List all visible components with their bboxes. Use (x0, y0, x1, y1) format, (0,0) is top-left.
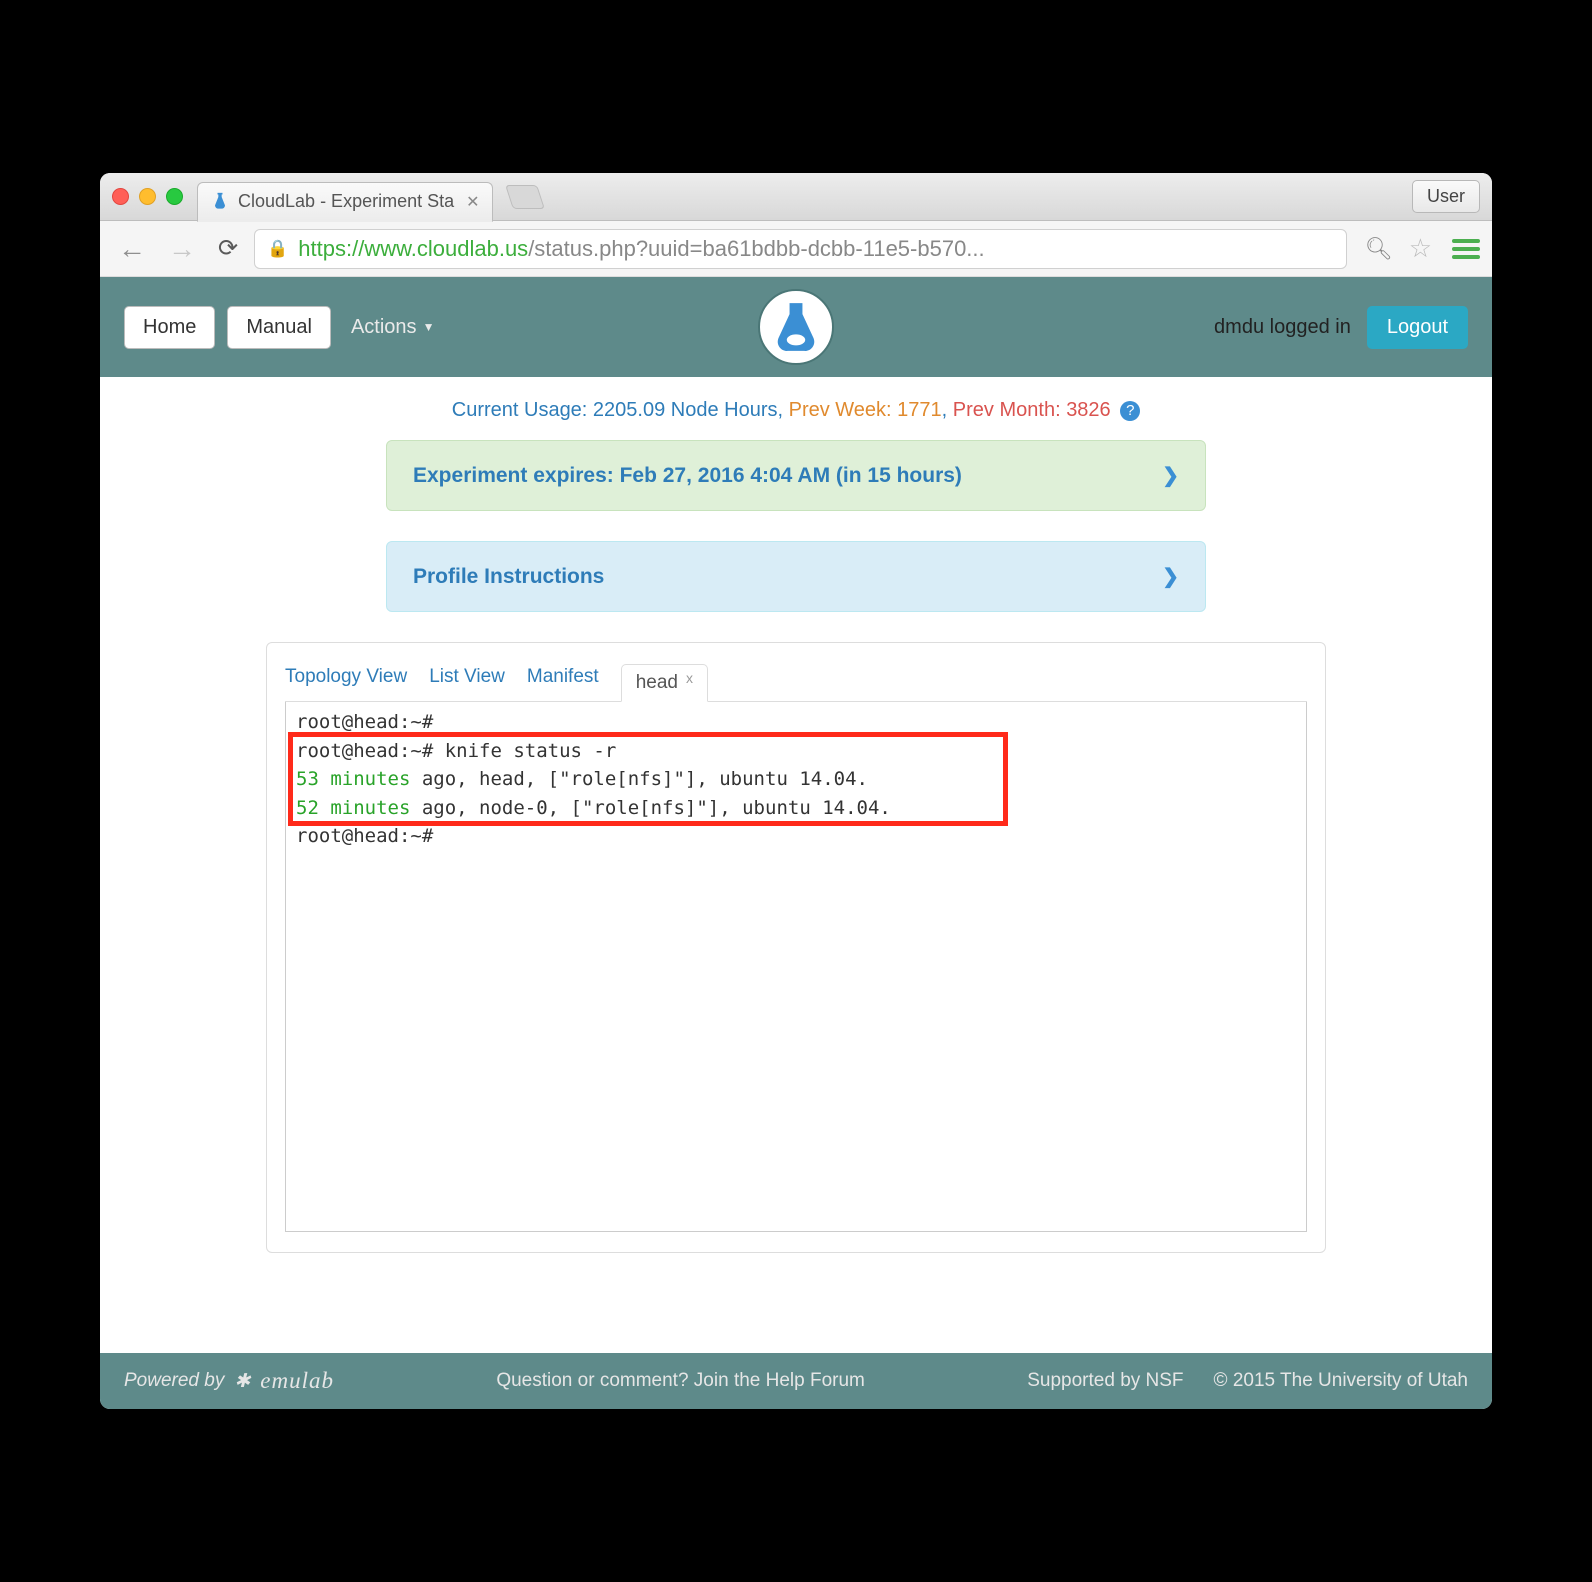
cloudlab-logo-icon (758, 289, 834, 365)
minimize-window-icon[interactable] (139, 188, 156, 205)
experiment-expire-panel[interactable]: Experiment expires: Feb 27, 2016 4:04 AM… (386, 440, 1206, 511)
url-scheme: https (298, 236, 346, 261)
browser-window: CloudLab - Experiment Sta ✕ User ← → ⟳ 🔒… (100, 173, 1492, 1409)
supported-by: Supported by NSF (1027, 1370, 1183, 1392)
logged-in-text: dmdu logged in (1214, 316, 1351, 339)
terminal-output[interactable]: root@head:~# root@head:~# knife status -… (285, 702, 1307, 1232)
powered-label: Powered by (124, 1370, 224, 1392)
maximize-window-icon[interactable] (166, 188, 183, 205)
profile-instructions-panel[interactable]: Profile Instructions ❯ (386, 541, 1206, 612)
copyright: © 2015 The University of Utah (1214, 1370, 1468, 1392)
tab-head-label: head (636, 672, 678, 694)
footer: Powered by ✱ emulab Question or comment?… (100, 1353, 1492, 1409)
actions-label: Actions (351, 316, 417, 339)
close-window-icon[interactable] (112, 188, 129, 205)
prev-month-label: Prev Month: (953, 399, 1066, 421)
terminal-line: 53 minutes ago, head, ["role[nfs]"], ubu… (296, 765, 1296, 794)
chevron-right-icon: ❯ (1162, 463, 1179, 488)
new-tab-button[interactable] (505, 185, 545, 209)
search-icon[interactable]: 🔍︎ (1365, 236, 1393, 262)
terminal-line: root@head:~# knife status -r (296, 737, 1296, 766)
tab-title: CloudLab - Experiment Sta (238, 191, 454, 212)
app-navbar: Home Manual Actions ▼ dmdu logged in Log… (100, 277, 1492, 377)
page-content: Current Usage: 2205.09 Node Hours, Prev … (100, 377, 1492, 1293)
help-icon[interactable]: ? (1120, 401, 1140, 421)
brand-name: emulab (260, 1368, 334, 1394)
back-icon[interactable]: ← (112, 233, 152, 265)
time-ago: 53 minutes (296, 768, 410, 790)
logout-button[interactable]: Logout (1367, 306, 1468, 349)
emulab-logo-icon: ✱ (234, 1370, 250, 1393)
instructions-text: Profile Instructions (413, 565, 604, 589)
prev-week-val: 1771 (897, 399, 942, 421)
reload-icon[interactable]: ⟳ (212, 234, 244, 263)
prompt: root@head:~# (296, 740, 445, 762)
powered-by: Powered by ✱ emulab (124, 1368, 334, 1394)
terminal-line: root@head:~# (296, 822, 1296, 851)
titlebar: CloudLab - Experiment Sta ✕ User (100, 173, 1492, 221)
favicon-icon (210, 192, 230, 212)
tab-close-icon[interactable]: x (686, 670, 693, 686)
actions-dropdown[interactable]: Actions ▼ (351, 316, 434, 339)
time-ago: 52 minutes (296, 797, 410, 819)
lock-icon: 🔒 (267, 239, 288, 259)
home-button[interactable]: Home (124, 306, 215, 349)
line-rest: ago, head, ["role[nfs]"], ubuntu 14.04. (410, 768, 868, 790)
bookmark-star-icon[interactable]: ☆ (1409, 233, 1432, 264)
traffic-lights (112, 188, 183, 205)
url-path: /status.php?uuid=ba61bdbb-dcbb-11e5-b570… (528, 236, 984, 261)
expire-text: Experiment expires: Feb 27, 2016 4:04 AM… (413, 464, 962, 488)
terminal-panel: Topology View List View Manifest head x … (266, 642, 1326, 1253)
help-forum-link[interactable]: Question or comment? Join the Help Forum (364, 1370, 997, 1392)
prev-month-val: 3826 (1066, 399, 1111, 421)
forward-icon: → (162, 233, 202, 265)
tab-list[interactable]: List View (429, 666, 505, 698)
user-menu-button[interactable]: User (1412, 180, 1480, 213)
browser-toolbar: ← → ⟳ 🔒 https://www.cloudlab.us/status.p… (100, 221, 1492, 277)
caret-down-icon: ▼ (423, 320, 435, 334)
usage-label: Current Usage: (452, 399, 593, 421)
terminal-line: root@head:~# (296, 708, 1296, 737)
prev-week-label: Prev Week: (789, 399, 898, 421)
menu-icon[interactable] (1452, 235, 1480, 263)
line-rest: ago, node-0, ["role[nfs]"], ubuntu 14.04… (410, 797, 890, 819)
tab-manifest[interactable]: Manifest (527, 666, 599, 698)
terminal-line: 52 minutes ago, node-0, ["role[nfs]"], u… (296, 794, 1296, 823)
tab-topology[interactable]: Topology View (285, 666, 407, 698)
usage-sep: , (942, 399, 953, 421)
tab-close-icon[interactable]: ✕ (466, 192, 479, 212)
usage-hours: 2205.09 Node Hours, (593, 399, 789, 421)
usage-line: Current Usage: 2205.09 Node Hours, Prev … (124, 391, 1468, 440)
url-bar[interactable]: 🔒 https://www.cloudlab.us/status.php?uui… (254, 229, 1347, 269)
manual-button[interactable]: Manual (227, 306, 331, 349)
command: knife status -r (445, 740, 617, 762)
tab-head[interactable]: head x (621, 664, 708, 702)
chevron-right-icon: ❯ (1162, 564, 1179, 589)
url-host: ://www.cloudlab.us (346, 236, 528, 261)
browser-tab[interactable]: CloudLab - Experiment Sta ✕ (197, 182, 493, 222)
view-tabs: Topology View List View Manifest head x (285, 663, 1307, 702)
